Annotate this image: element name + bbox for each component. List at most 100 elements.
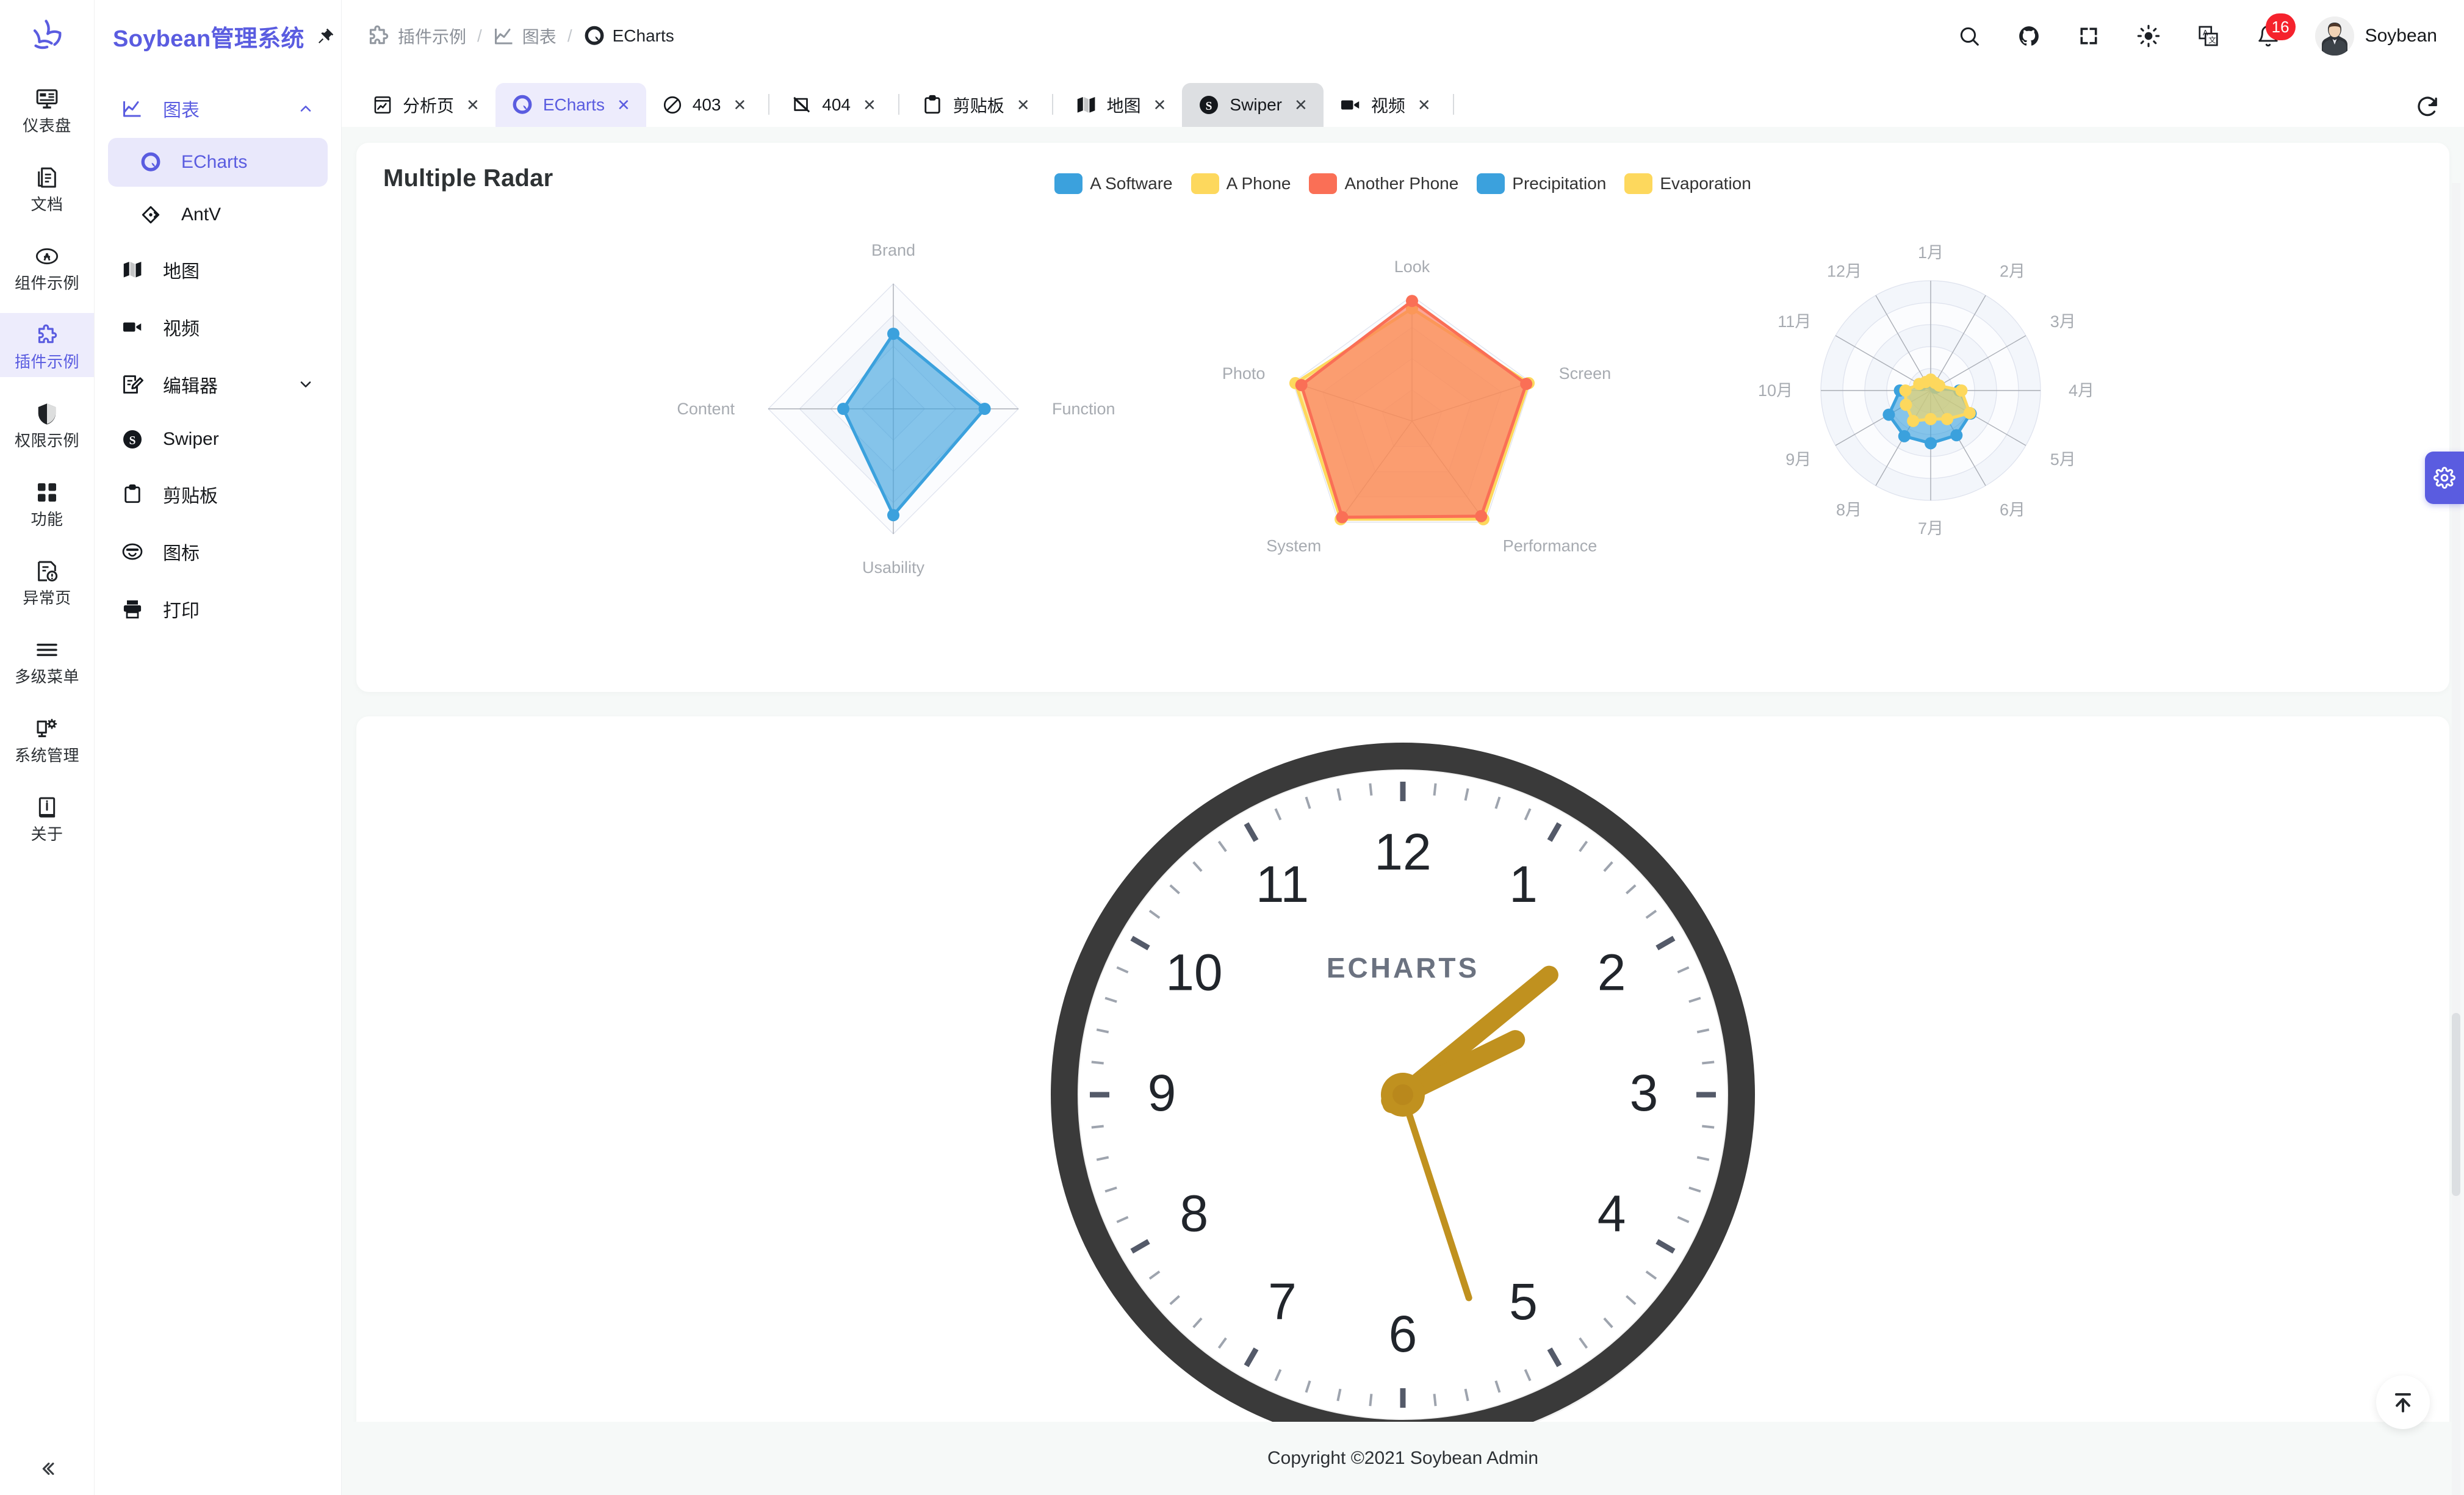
breadcrumb-item-3[interactable]: ECharts [583,25,674,47]
sidebar-item-label: 组件示例 [14,274,79,292]
tab-close-icon[interactable]: ✕ [860,97,876,113]
sidebar-item-1[interactable]: 仪表盘 [0,77,94,141]
breadcrumb-item-2[interactable]: 图表 [493,24,557,48]
pin-icon[interactable] [317,27,335,45]
fullscreen-icon[interactable] [2070,17,2108,55]
sidebar-item-8[interactable]: 多级菜单 [0,628,94,692]
submenu-item-视频[interactable]: 视频 [108,300,328,354]
back-to-top-button[interactable] [2376,1375,2430,1429]
svg-text:3: 3 [1630,1064,1659,1122]
app-logo[interactable] [0,0,94,72]
tab-403[interactable]: 403 ✕ [646,83,763,127]
svg-text:A: A [2202,29,2208,37]
forbidden-icon [662,95,683,115]
submenu-group-charts[interactable]: 图表 [108,83,328,134]
legend-item-1[interactable]: A Software [1054,173,1173,194]
breadcrumb-label: 图表 [522,27,557,46]
svg-text:8月: 8月 [1836,501,1862,519]
submenu-item-打印[interactable]: 打印 [108,582,328,636]
submenu-item-label: 剪贴板 [163,486,218,506]
radar-chart-2[interactable]: Look Screen Performance System Photo [1180,207,1644,635]
submenu-item-label: 视频 [163,319,200,339]
legend-item-4[interactable]: Precipitation [1477,173,1606,194]
svg-text:3月: 3月 [2050,312,2076,331]
github-icon[interactable] [2010,17,2048,55]
sidebar-item-label: 多级菜单 [14,668,79,686]
svg-text:5: 5 [1509,1273,1538,1330]
submenu-item-地图[interactable]: 地图 [108,243,328,297]
tab-close-icon[interactable]: ✕ [1151,97,1167,113]
tab-label: 404 [822,95,851,114]
user-menu[interactable]: Soybean [2309,16,2437,56]
map-icon [121,259,148,281]
svg-text:Function: Function [1052,400,1115,418]
legend-label: A Software [1090,174,1173,193]
legend-swatch [1477,173,1505,194]
sidebar-item-10[interactable]: 关于 [0,785,94,849]
menu-lines-icon [34,636,60,663]
avatar [2315,16,2354,56]
submenu-item-编辑器[interactable]: 编辑器 [108,358,328,411]
antv-icon [140,204,167,226]
refresh-icon[interactable] [2415,94,2440,118]
tab-echarts[interactable]: ECharts ✕ [495,83,646,127]
submenu-item-剪贴板[interactable]: 剪贴板 [108,467,328,521]
tab-close-icon[interactable]: ✕ [614,97,630,113]
tab-剪贴板[interactable]: 剪贴板 ✕ [906,83,1046,127]
legend-label: Another Phone [1344,174,1459,193]
legend-item-5[interactable]: Evaporation [1624,173,1751,194]
tab-地图[interactable]: 地图 ✕ [1059,83,1183,127]
sidebar-item-3[interactable]: 组件示例 [0,234,94,298]
submenu-item-swiper[interactable]: S Swiper [108,415,328,464]
breadcrumb-item-1[interactable]: 插件示例 [366,24,466,48]
tab-bar: 分析页 ✕ ECharts ✕ 403 ✕ 404 ✕ 剪贴板 ✕ 地图 ✕ S Swiper ✕ 视频 ✕ [342,72,2464,127]
tab-close-icon[interactable]: ✕ [1292,97,1308,113]
tab-list: 分析页 ✕ ECharts ✕ 403 ✕ 404 ✕ 剪贴板 ✕ 地图 ✕ S Swiper ✕ 视频 ✕ [356,83,2405,127]
exception-icon [34,558,60,585]
scrollbar-thumb[interactable] [2452,1013,2460,1196]
theme-sun-icon[interactable] [2130,17,2167,55]
tab-分析页[interactable]: 分析页 ✕ [356,83,495,127]
shield-icon [34,400,60,427]
sidebar-item-label: 功能 [31,510,63,528]
sidebar-collapse-button[interactable] [0,1458,94,1479]
submenu-sidebar: Soybean管理系统 图表 ECharts AntV 地图 视频 编辑器 S … [95,0,342,1495]
sidebar-item-6[interactable]: 功能 [0,470,94,535]
legend-item-3[interactable]: Another Phone [1309,173,1458,194]
svg-text:10月: 10月 [1758,381,1793,400]
sidebar-item-label: 仪表盘 [23,117,71,135]
tab-404[interactable]: 404 ✕ [776,83,892,127]
svg-text:4月: 4月 [2069,381,2094,400]
sidebar-item-label: 异常页 [23,589,71,607]
submenu-item-echarts[interactable]: ECharts [108,138,328,187]
legend-item-2[interactable]: A Phone [1191,173,1291,194]
icon-sidebar: 仪表盘文档组件示例插件示例权限示例功能异常页多级菜单系统管理关于 [0,0,95,1495]
tab-视频[interactable]: 视频 ✕ [1324,83,1447,127]
tab-close-icon[interactable]: ✕ [1415,97,1431,113]
submenu-item-图标[interactable]: 图标 [108,525,328,578]
tab-close-icon[interactable]: ✕ [730,97,746,113]
radar-chart-card: Multiple Radar A Software A Phone Another … [356,143,2449,692]
video-icon [1339,94,1361,116]
submenu-item-label: 编辑器 [163,376,218,397]
sidebar-item-4[interactable]: 插件示例 [0,313,94,377]
notification-bell-icon[interactable]: 16 [2249,13,2296,55]
sidebar-item-9[interactable]: 系统管理 [0,707,94,771]
radar-chart-3[interactable]: 1月 2月 3月 4月 5月 6月 7月 8月 9月 10月 11月 12月 [1717,207,2144,635]
language-icon[interactable]: A 文 [2189,17,2227,55]
sidebar-item-7[interactable]: 异常页 [0,549,94,613]
radar-chart-1[interactable]: Brand Function Usability Content [661,207,1125,635]
sidebar-item-2[interactable]: 文档 [0,156,94,220]
svg-text:11月: 11月 [1778,312,1811,331]
sidebar-item-5[interactable]: 权限示例 [0,392,94,456]
sidebar-item-label: 系统管理 [14,746,79,765]
submenu-item-antv[interactable]: AntV [108,190,328,239]
submenu-item-label: AntV [181,204,222,225]
tab-close-icon[interactable]: ✕ [464,97,480,113]
settings-drawer-button[interactable] [2425,452,2464,504]
tab-close-icon[interactable]: ✕ [1014,97,1030,113]
tab-swiper[interactable]: S Swiper ✕ [1182,83,1324,127]
clock-chart-card[interactable]: 12 1 2 3 4 5 6 7 8 9 10 11 ECHARTS [356,716,2449,1422]
search-icon[interactable] [1950,17,1988,55]
scrollbar-track [2452,183,2460,1495]
